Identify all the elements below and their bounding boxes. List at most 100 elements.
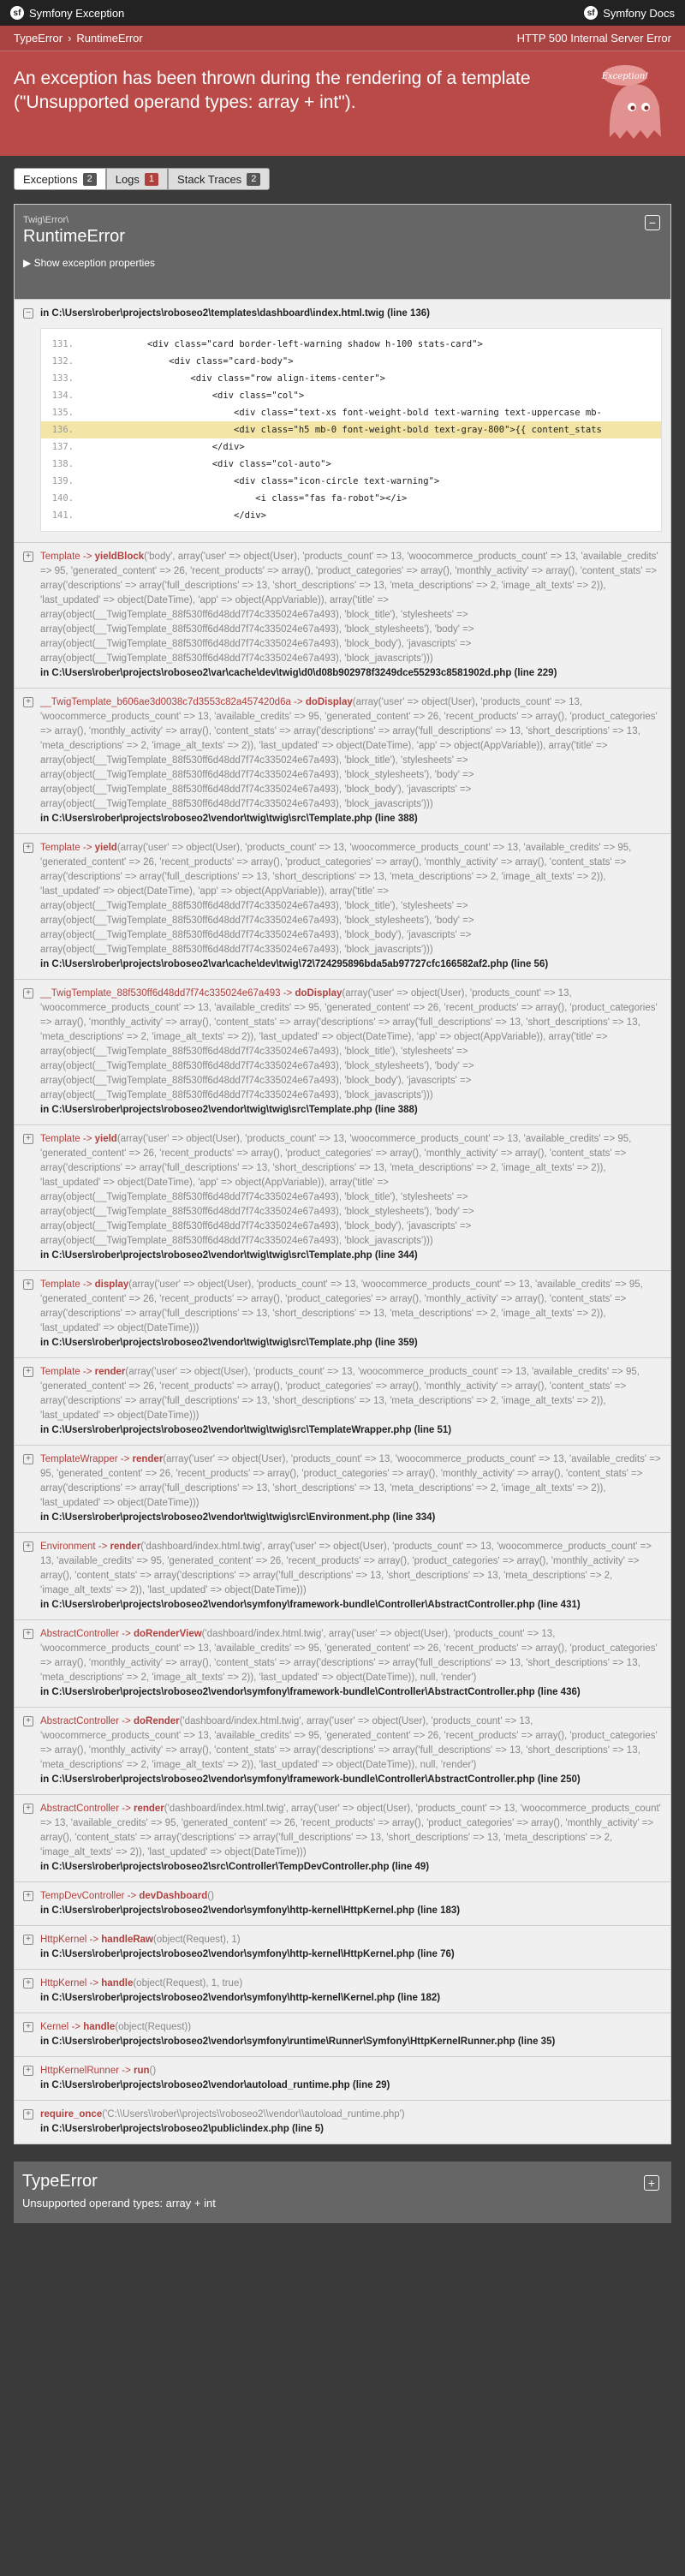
mascot-bubble-text: Exception! <box>601 72 649 81</box>
code-line-text: <div class="col"> <box>82 391 305 401</box>
expand-plus-icon[interactable]: + <box>23 1134 33 1144</box>
trace-arrow: -> <box>117 1454 133 1464</box>
expand-plus-icon[interactable]: + <box>23 1978 33 1989</box>
trace-function: doDisplay <box>305 697 353 707</box>
expand-plus-icon[interactable]: + <box>23 1279 33 1290</box>
trace-item[interactable]: + AbstractController -> render('dashboard… <box>15 1794 670 1881</box>
docs-label: Symfony Docs <box>603 6 675 20</box>
trace-function: yield <box>94 843 117 853</box>
trace-item[interactable]: + HttpKernel -> handle(object(Request), 1… <box>15 1969 670 2012</box>
trace-function: display <box>94 1279 129 1290</box>
trace-location: in C:\Users\rober\projects\roboseo2\vend… <box>40 1512 436 1523</box>
expand-plus-icon[interactable]: + <box>23 1804 33 1814</box>
collapse-minus-icon[interactable]: − <box>645 215 660 230</box>
trace-function: render <box>132 1454 164 1464</box>
expand-plus-icon[interactable]: + <box>23 2109 33 2120</box>
expand-plus-icon[interactable]: + <box>23 552 33 562</box>
docs-link[interactable]: sf Symfony Docs <box>584 6 675 20</box>
expand-plus-icon[interactable]: + <box>23 1716 33 1726</box>
top-bar: sf Symfony Exception sf Symfony Docs <box>0 0 685 26</box>
trace-item-first: − in C:\Users\rober\projects\roboseo2\te… <box>15 299 670 542</box>
trace-item[interactable]: + Template -> display(array('user' => obj… <box>15 1270 670 1357</box>
trace-class: __TwigTemplate_88f530ff6d48dd7f74c335024… <box>40 988 281 999</box>
trace-arrow: -> <box>80 1134 95 1144</box>
trace-item[interactable]: + Template -> render(array('user' => obje… <box>15 1357 670 1445</box>
expand-plus-icon[interactable]: + <box>23 1629 33 1639</box>
expand-plus-icon[interactable]: + <box>23 1891 33 1901</box>
trace-item[interactable]: + HttpKernelRunner -> run() in C:\Users\ro… <box>15 2056 670 2100</box>
code-line-text: <div class="h5 mb-0 font-weight-bold tex… <box>82 425 602 435</box>
code-excerpt: 131. <div class="card border-left-warnin… <box>40 328 662 532</box>
trace-arguments: ('C:\\Users\\rober\\projects\\roboseo2\\… <box>102 2109 405 2120</box>
tab-exceptions[interactable]: Exceptions 2 <box>14 168 106 190</box>
tab-stack-traces[interactable]: Stack Traces 2 <box>168 168 271 190</box>
expand-plus-icon[interactable]: + <box>23 1454 33 1464</box>
trace-item[interactable]: + __TwigTemplate_b606ae3d0038c7d3553c82a4… <box>15 688 670 833</box>
trace-arguments: (array('user' => object(User), 'products… <box>40 843 632 955</box>
trace-function: render <box>133 1804 164 1814</box>
trace-arguments: (array('user' => object(User), 'products… <box>40 697 658 809</box>
trace-class: Template <box>40 1134 80 1144</box>
breadcrumb-item-runtimeerror[interactable]: RuntimeError <box>76 32 142 45</box>
trace-class: Kernel <box>40 2022 69 2032</box>
trace-class: Template <box>40 1279 80 1290</box>
trace-item[interactable]: + __TwigTemplate_88f530ff6d48dd7f74c33502… <box>15 979 670 1124</box>
trace-item[interactable]: + AbstractController -> doRenderView('das… <box>15 1619 670 1707</box>
breadcrumb: TypeError › RuntimeError HTTP 500 Intern… <box>0 26 685 51</box>
code-line: 141. </div> <box>41 507 661 524</box>
breadcrumb-item-typeerror[interactable]: TypeError <box>14 32 63 45</box>
trace-item[interactable]: + Template -> yield(array('user' => objec… <box>15 1124 670 1270</box>
trace-function: devDashboard <box>139 1891 208 1901</box>
trace-location: in C:\Users\rober\projects\roboseo2\vend… <box>40 1425 452 1435</box>
show-exception-properties-toggle[interactable]: ▶ Show exception properties <box>23 257 662 269</box>
tab-logs[interactable]: Logs 1 <box>105 168 169 190</box>
trace-item[interactable]: + require_once('C:\\Users\\rober\\project… <box>15 2100 670 2144</box>
trace-item[interactable]: + Kernel -> handle(object(Request)) in C:\… <box>15 2012 670 2056</box>
tabs-bar: Exceptions 2 Logs 1 Stack Traces 2 <box>0 156 685 204</box>
code-line: 136. <div class="h5 mb-0 font-weight-bol… <box>41 421 661 438</box>
trace-function: render <box>94 1367 126 1377</box>
tab-label: Logs <box>115 172 140 186</box>
trace-arrow: -> <box>86 1978 102 1989</box>
expand-plus-icon[interactable]: + <box>23 843 33 853</box>
trace-arguments: (array('user' => object(User), 'products… <box>40 1367 640 1421</box>
trace-arguments: () <box>149 2066 157 2076</box>
expand-plus-icon[interactable]: + <box>23 2022 33 2032</box>
code-line-number: 135. <box>51 408 74 418</box>
trace-location: in C:\Users\rober\projects\roboseo2\vend… <box>40 1949 455 1959</box>
symfony-logo-icon: sf <box>10 6 24 20</box>
code-line-text: <div class="card-body"> <box>82 356 294 367</box>
trace-item[interactable]: + HttpKernel -> handleRaw(object(Request)… <box>15 1925 670 1969</box>
collapse-minus-icon[interactable]: − <box>23 308 33 319</box>
expand-plus-icon[interactable]: + <box>23 988 33 999</box>
trace-item[interactable]: + TemplateWrapper -> render(array('user' … <box>15 1445 670 1532</box>
exception-message: An exception has been thrown during the … <box>14 69 531 112</box>
trace-arrow: -> <box>119 1804 134 1814</box>
expand-plus-icon[interactable]: + <box>23 1367 33 1377</box>
trace-item[interactable]: + Environment -> render('dashboard/index.… <box>15 1532 670 1619</box>
trace-arguments: () <box>207 1891 214 1901</box>
trace-function: require_once <box>40 2109 103 2120</box>
trace-item[interactable]: + AbstractController -> doRender('dashboa… <box>15 1707 670 1794</box>
trace-class: HttpKernelRunner <box>40 2066 120 2076</box>
expand-plus-icon[interactable]: + <box>23 2066 33 2076</box>
trace-item[interactable]: + TempDevController -> devDashboard() in C… <box>15 1881 670 1925</box>
expand-plus-icon[interactable]: + <box>23 697 33 707</box>
trace-function: doRenderView <box>133 1629 202 1639</box>
trace-item[interactable]: + Template -> yieldBlock('body', array('u… <box>15 542 670 688</box>
http-status: HTTP 500 Internal Server Error <box>516 32 671 45</box>
trace-function: yield <box>94 1134 117 1144</box>
expand-plus-icon[interactable]: + <box>644 2175 659 2191</box>
trace-function: handle <box>101 1978 134 1989</box>
trace-function: yieldBlock <box>94 552 145 562</box>
trace-function: handle <box>83 2022 116 2032</box>
trace-item[interactable]: + Template -> yield(array('user' => objec… <box>15 833 670 979</box>
trace-arrow: -> <box>119 1629 134 1639</box>
expand-plus-icon[interactable]: + <box>23 1935 33 1945</box>
expand-plus-icon[interactable]: + <box>23 1541 33 1552</box>
code-line-number: 136. <box>51 425 74 435</box>
code-line-text: <div class="text-xs font-weight-bold tex… <box>82 408 602 418</box>
code-line-number: 131. <box>51 339 74 349</box>
trace-arrow: -> <box>280 988 295 999</box>
trace-location: in C:\Users\rober\projects\roboseo2\vend… <box>40 1993 441 2003</box>
